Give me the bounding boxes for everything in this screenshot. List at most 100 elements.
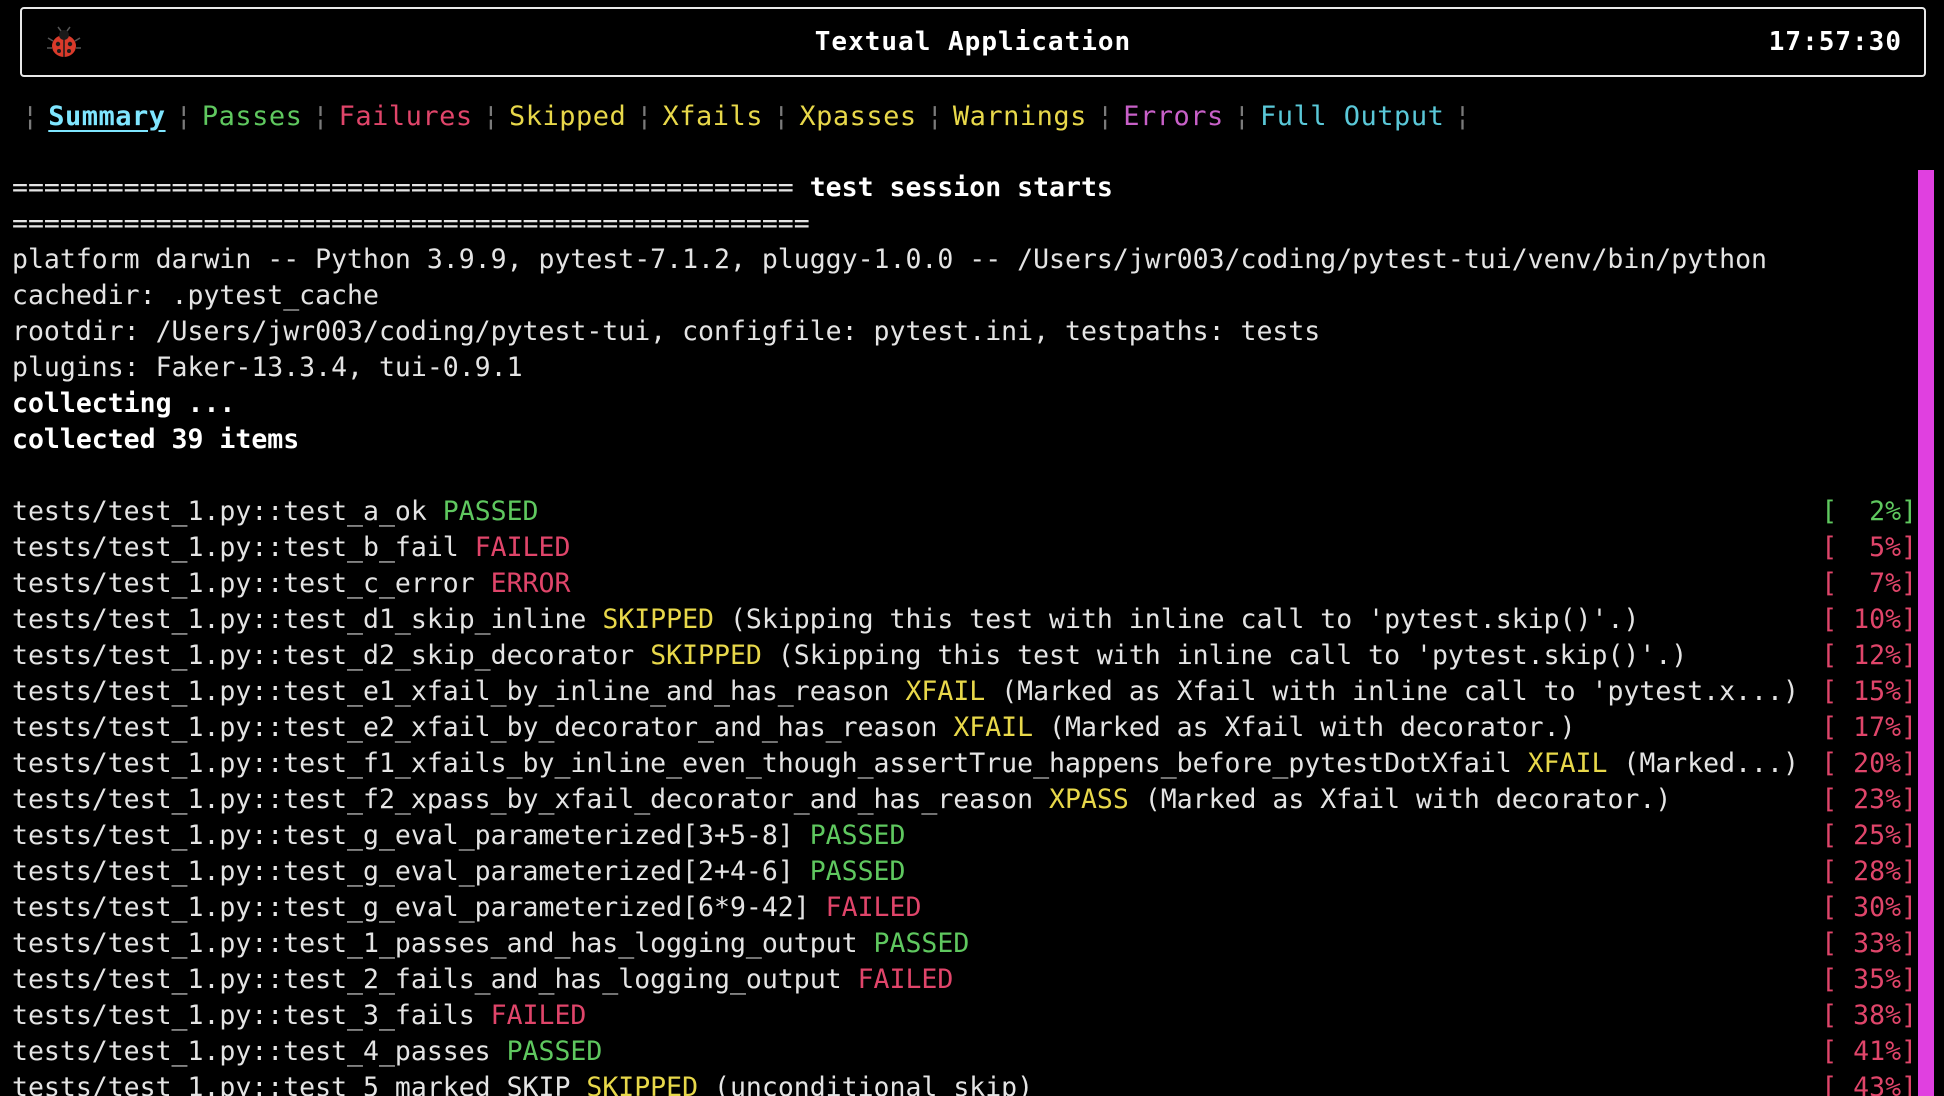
platform-line: platform darwin -- Python 3.9.9, pytest-… xyxy=(12,244,1767,275)
test-progress: [ 25%] xyxy=(1821,820,1917,851)
test-name: tests/test_1.py::test_f2_xpass_by_xfail_… xyxy=(12,784,1050,815)
test-result-row: tests/test_1.py::test_f2_xpass_by_xfail_… xyxy=(12,782,1917,818)
test-status: XFAIL xyxy=(953,712,1034,743)
test-status: FAILED xyxy=(825,892,922,923)
test-progress: [ 35%] xyxy=(1821,964,1917,995)
tab-warnings[interactable]: Warnings xyxy=(953,101,1087,132)
tab-full-output[interactable]: Full Output xyxy=(1260,101,1444,132)
test-result-row: tests/test_1.py::test_b_fail FAILED [ 5%] xyxy=(12,530,1917,566)
test-progress: [ 23%] xyxy=(1821,784,1917,815)
test-status: XPASS xyxy=(1049,784,1129,815)
test-name: tests/test_1.py::test_g_eval_parameteriz… xyxy=(12,820,810,851)
test-progress: [ 33%] xyxy=(1821,928,1917,959)
test-note: (Skipping this test with inline call to … xyxy=(761,640,1688,671)
test-name: tests/test_1.py::test_5_marked_SKIP xyxy=(12,1072,587,1096)
test-status: FAILED xyxy=(490,1000,587,1031)
test-progress: [ 41%] xyxy=(1821,1036,1917,1067)
test-result-row: tests/test_1.py::test_g_eval_parameteriz… xyxy=(12,854,1917,890)
test-name: tests/test_1.py::test_f1_xfails_by_inlin… xyxy=(12,748,1528,779)
test-progress: [ 20%] xyxy=(1821,748,1917,779)
output-log[interactable]: ========================================… xyxy=(12,170,1917,1096)
test-status: SKIPPED xyxy=(602,604,714,635)
test-name: tests/test_1.py::test_e1_xfail_by_inline… xyxy=(12,676,906,707)
test-status: PASSED xyxy=(442,496,539,527)
test-result-row: tests/test_1.py::test_5_marked_SKIP SKIP… xyxy=(12,1070,1917,1096)
test-note: (Skipping this test with inline call to … xyxy=(714,604,1640,635)
tab-failures[interactable]: Failures xyxy=(339,101,473,132)
vertical-scrollbar[interactable] xyxy=(1918,170,1934,1096)
tab-separator: ¦ xyxy=(1096,100,1114,132)
test-status: PASSED xyxy=(809,820,906,851)
test-result-row: tests/test_1.py::test_d1_skip_inline SKI… xyxy=(12,602,1917,638)
test-status: SKIPPED xyxy=(586,1072,699,1096)
tab-separator: ¦ xyxy=(636,100,653,132)
test-status: PASSED xyxy=(873,928,970,959)
test-status: FAILED xyxy=(857,964,954,995)
test-result-row: tests/test_1.py::test_2_fails_and_has_lo… xyxy=(12,962,1917,998)
tab-separator: ¦ xyxy=(482,100,499,132)
header-clock: 17:57:30 xyxy=(1768,27,1902,57)
tab-skipped[interactable]: Skipped xyxy=(509,101,626,132)
tab-errors[interactable]: Errors xyxy=(1123,101,1224,132)
tab-separator: ¦ xyxy=(22,100,39,132)
test-result-row: tests/test_1.py::test_c_error ERROR [ 7%] xyxy=(12,566,1917,602)
test-name: tests/test_1.py::test_1_passes_and_has_l… xyxy=(12,928,874,959)
test-note: (Marked as Xfail with decorator.) xyxy=(1033,712,1576,743)
test-result-row: tests/test_1.py::test_a_ok PASSED [ 2%] xyxy=(12,494,1917,530)
cachedir-line: cachedir: .pytest_cache xyxy=(12,280,379,311)
test-name: tests/test_1.py::test_d1_skip_inline xyxy=(12,604,603,635)
test-status: XFAIL xyxy=(905,676,986,707)
test-progress: [ 10%] xyxy=(1821,604,1917,635)
test-status: ERROR xyxy=(490,568,571,599)
test-progress: [ 15%] xyxy=(1821,676,1917,707)
rootdir-line: rootdir: /Users/jwr003/coding/pytest-tui… xyxy=(12,316,1321,347)
test-name: tests/test_1.py::test_g_eval_parameteriz… xyxy=(12,892,826,923)
tab-separator: ¦ xyxy=(926,100,943,132)
tab-bar: ¦ Summary ¦ Passes ¦ Failures ¦ Skipped ¦ Xfails ¦… xyxy=(12,98,1481,134)
test-progress: [ 43%] xyxy=(1821,1072,1917,1096)
tab-separator: ¦ xyxy=(773,100,790,132)
test-result-row: tests/test_1.py::test_e1_xfail_by_inline… xyxy=(12,674,1917,710)
test-result-row: tests/test_1.py::test_g_eval_parameteriz… xyxy=(12,890,1917,926)
test-progress: [ 12%] xyxy=(1821,640,1917,671)
test-result-row: tests/test_1.py::test_e2_xfail_by_decora… xyxy=(12,710,1917,746)
test-name: tests/test_1.py::test_d2_skip_decorator xyxy=(12,640,651,671)
tab-summary[interactable]: Summary xyxy=(48,101,165,132)
tab-separator: ¦ xyxy=(1454,100,1471,132)
collecting-line: collecting ... xyxy=(12,388,236,419)
test-name: tests/test_1.py::test_c_error xyxy=(12,568,491,599)
test-status: PASSED xyxy=(809,856,906,887)
tab-xfails[interactable]: Xfails xyxy=(663,101,764,132)
test-name: tests/test_1.py::test_4_passes xyxy=(12,1036,507,1067)
test-result-row: tests/test_1.py::test_1_passes_and_has_l… xyxy=(12,926,1917,962)
test-result-row: tests/test_1.py::test_f1_xfails_by_inlin… xyxy=(12,746,1917,782)
test-result-row: tests/test_1.py::test_g_eval_parameteriz… xyxy=(12,818,1917,854)
test-result-row: tests/test_1.py::test_4_passes PASSED [ 4… xyxy=(12,1034,1917,1070)
test-name: tests/test_1.py::test_3_fails xyxy=(12,1000,491,1031)
test-note: (Marked as Xfail with inline call to 'py… xyxy=(985,676,1799,707)
session-start-line-cont: ========================================… xyxy=(12,208,810,239)
test-result-row: tests/test_1.py::test_d2_skip_decorator … xyxy=(12,638,1917,674)
test-progress: [ 28%] xyxy=(1821,856,1917,887)
test-progress: [ 30%] xyxy=(1821,892,1917,923)
test-name: tests/test_1.py::test_g_eval_parameteriz… xyxy=(12,856,810,887)
test-progress: [ 38%] xyxy=(1821,1000,1917,1031)
tab-separator: ¦ xyxy=(175,100,192,132)
test-name: tests/test_1.py::test_b_fail xyxy=(12,532,475,563)
test-note: (Marked...) xyxy=(1607,748,1799,779)
test-progress: [ 7%] xyxy=(1821,568,1917,599)
session-start-line: ========================================… xyxy=(12,172,1113,203)
test-note: (Marked as Xfail with decorator.) xyxy=(1128,784,1672,815)
test-status: PASSED xyxy=(506,1036,603,1067)
app-title: Textual Application xyxy=(814,27,1132,57)
test-name: tests/test_1.py::test_a_ok xyxy=(12,496,443,527)
tab-xpasses[interactable]: Xpasses xyxy=(799,101,916,132)
tab-passes[interactable]: Passes xyxy=(202,101,303,132)
tab-separator: ¦ xyxy=(312,100,329,132)
test-status: XFAIL xyxy=(1527,748,1608,779)
test-name: tests/test_1.py::test_2_fails_and_has_lo… xyxy=(12,964,858,995)
test-status: SKIPPED xyxy=(650,640,762,671)
test-progress: [ 2%] xyxy=(1821,496,1917,527)
test-progress: [ 5%] xyxy=(1821,532,1917,563)
collected-line: collected 39 items xyxy=(12,424,300,455)
